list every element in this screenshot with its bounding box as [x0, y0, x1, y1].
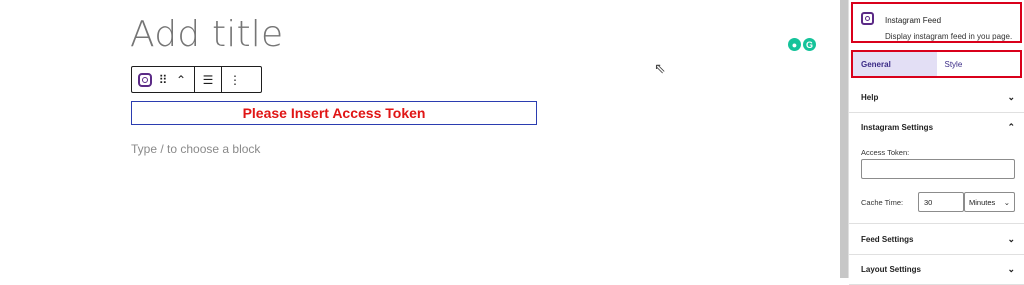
access-token-message: Please Insert Access Token — [242, 105, 426, 121]
move-up-down-icon[interactable]: ⌃ — [172, 69, 190, 91]
tab-general[interactable]: General — [853, 52, 937, 76]
editor-canvas: Add title ⠿ ⌃ ☰ ⋮ Please Insert Access T… — [0, 0, 840, 278]
access-token-input[interactable] — [861, 159, 1015, 179]
settings-tabs: General Style — [851, 50, 1022, 78]
align-center-icon[interactable]: ☰ — [199, 69, 217, 91]
panel-instagram-settings-header[interactable]: Instagram Settings ⌃ — [849, 112, 1024, 142]
settings-sidebar: Instagram Feed Display instagram feed in… — [848, 0, 1024, 285]
block-card-name: Instagram Feed — [885, 16, 942, 25]
cache-time-input[interactable]: 30 — [918, 192, 964, 212]
bulb-icon[interactable]: ● — [788, 38, 801, 51]
panel-instagram-settings: Instagram Settings ⌃ Access Token: Cache… — [849, 112, 1024, 224]
chevron-down-icon: ⌄ — [1003, 197, 1010, 207]
cache-unit-select[interactable]: Minutes ⌄ — [964, 192, 1015, 212]
panel-layout-settings-title: Layout Settings — [861, 264, 922, 274]
more-vertical-icon[interactable]: ⋮ — [226, 69, 244, 91]
cache-time-label: Cache Time: — [861, 198, 904, 207]
panel-layout-settings[interactable]: Layout Settings ⌄ — [849, 254, 1024, 285]
instagram-icon — [861, 12, 874, 25]
access-token-label: Access Token: — [861, 148, 910, 157]
block-card: Instagram Feed Display instagram feed in… — [851, 2, 1022, 43]
panel-instagram-settings-title: Instagram Settings — [861, 122, 934, 132]
chevron-down-icon: ⌄ — [1007, 263, 1015, 274]
block-toolbar: ⠿ ⌃ ☰ ⋮ — [131, 66, 262, 93]
panel-help-title: Help — [861, 92, 879, 102]
cache-unit-value: Minutes — [969, 197, 996, 207]
grammarly-widget[interactable]: ● G — [788, 38, 816, 51]
sidebar-divider — [840, 0, 848, 278]
panel-feed-settings[interactable]: Feed Settings ⌄ — [849, 224, 1024, 255]
chevron-up-icon: ⌃ — [1007, 121, 1015, 132]
toolbar-block-group: ⠿ ⌃ — [132, 67, 195, 92]
instagram-block-icon[interactable] — [136, 69, 154, 91]
toolbar-align-group: ☰ — [195, 67, 222, 92]
post-title[interactable]: Add title — [130, 14, 283, 55]
drag-handle-icon[interactable]: ⠿ — [154, 69, 172, 91]
block-card-description: Display instagram feed in you page. — [885, 32, 1013, 41]
grammarly-icon[interactable]: G — [803, 38, 816, 51]
instagram-feed-block[interactable]: Please Insert Access Token — [131, 101, 537, 125]
chevron-down-icon: ⌄ — [1007, 91, 1015, 102]
tab-style[interactable]: Style — [936, 52, 1020, 76]
chevron-down-icon: ⌄ — [1007, 233, 1015, 244]
block-appender[interactable]: Type / to choose a block — [131, 142, 260, 156]
mouse-cursor-icon: ⇖ — [654, 60, 666, 76]
panel-feed-settings-title: Feed Settings — [861, 234, 914, 244]
panel-help[interactable]: Help ⌄ — [849, 82, 1024, 113]
toolbar-more-group: ⋮ — [222, 67, 248, 92]
